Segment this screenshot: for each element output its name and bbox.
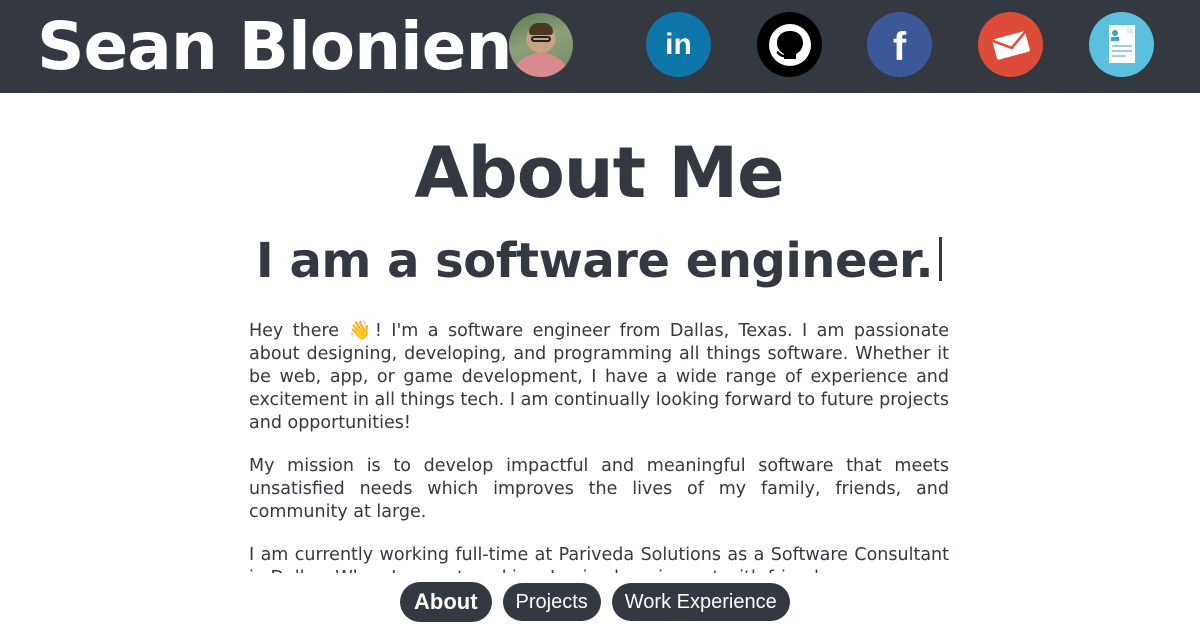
- site-name[interactable]: Sean Blonien: [37, 8, 512, 86]
- bio-text: Hey there 👋! I'm a software engineer fro…: [249, 319, 949, 573]
- waving-hand-icon: 👋: [348, 320, 375, 341]
- envelope-icon: [991, 30, 1030, 60]
- nav-work-experience-button[interactable]: Work Experience: [611, 583, 790, 621]
- facebook-icon: f: [892, 24, 907, 69]
- bio-paragraph-2: My mission is to develop impactful and m…: [249, 456, 949, 522]
- facebook-link[interactable]: f: [867, 12, 932, 77]
- tagline-text: I am a software engineer.: [255, 233, 934, 289]
- profile-photo: [509, 13, 573, 77]
- resume-link[interactable]: [1089, 12, 1154, 77]
- linkedin-icon: in: [665, 27, 692, 61]
- section-nav: About Projects Work Experience: [400, 582, 790, 622]
- about-section: About Me I am a software engineer. Hey t…: [249, 93, 949, 573]
- nav-about-button[interactable]: About: [400, 582, 492, 622]
- resume-document-icon: [1108, 24, 1135, 63]
- page-title: About Me: [414, 132, 784, 214]
- github-icon: [768, 23, 811, 66]
- typed-tagline: I am a software engineer.: [249, 231, 949, 291]
- site-header: Sean Blonien in f: [0, 0, 1200, 93]
- avatar-glasses: [531, 36, 551, 42]
- github-link[interactable]: [757, 12, 822, 77]
- bio-intro: Hey there: [249, 321, 349, 341]
- email-link[interactable]: [978, 12, 1043, 77]
- typing-cursor: [939, 237, 943, 281]
- bio-paragraph-1: Hey there 👋! I'm a software engineer fro…: [249, 319, 949, 435]
- linkedin-link[interactable]: in: [646, 12, 711, 77]
- avatar-hair: [529, 23, 553, 35]
- nav-projects-button[interactable]: Projects: [502, 583, 601, 621]
- bio-paragraph-3: I am currently working full-time at Pari…: [249, 545, 949, 573]
